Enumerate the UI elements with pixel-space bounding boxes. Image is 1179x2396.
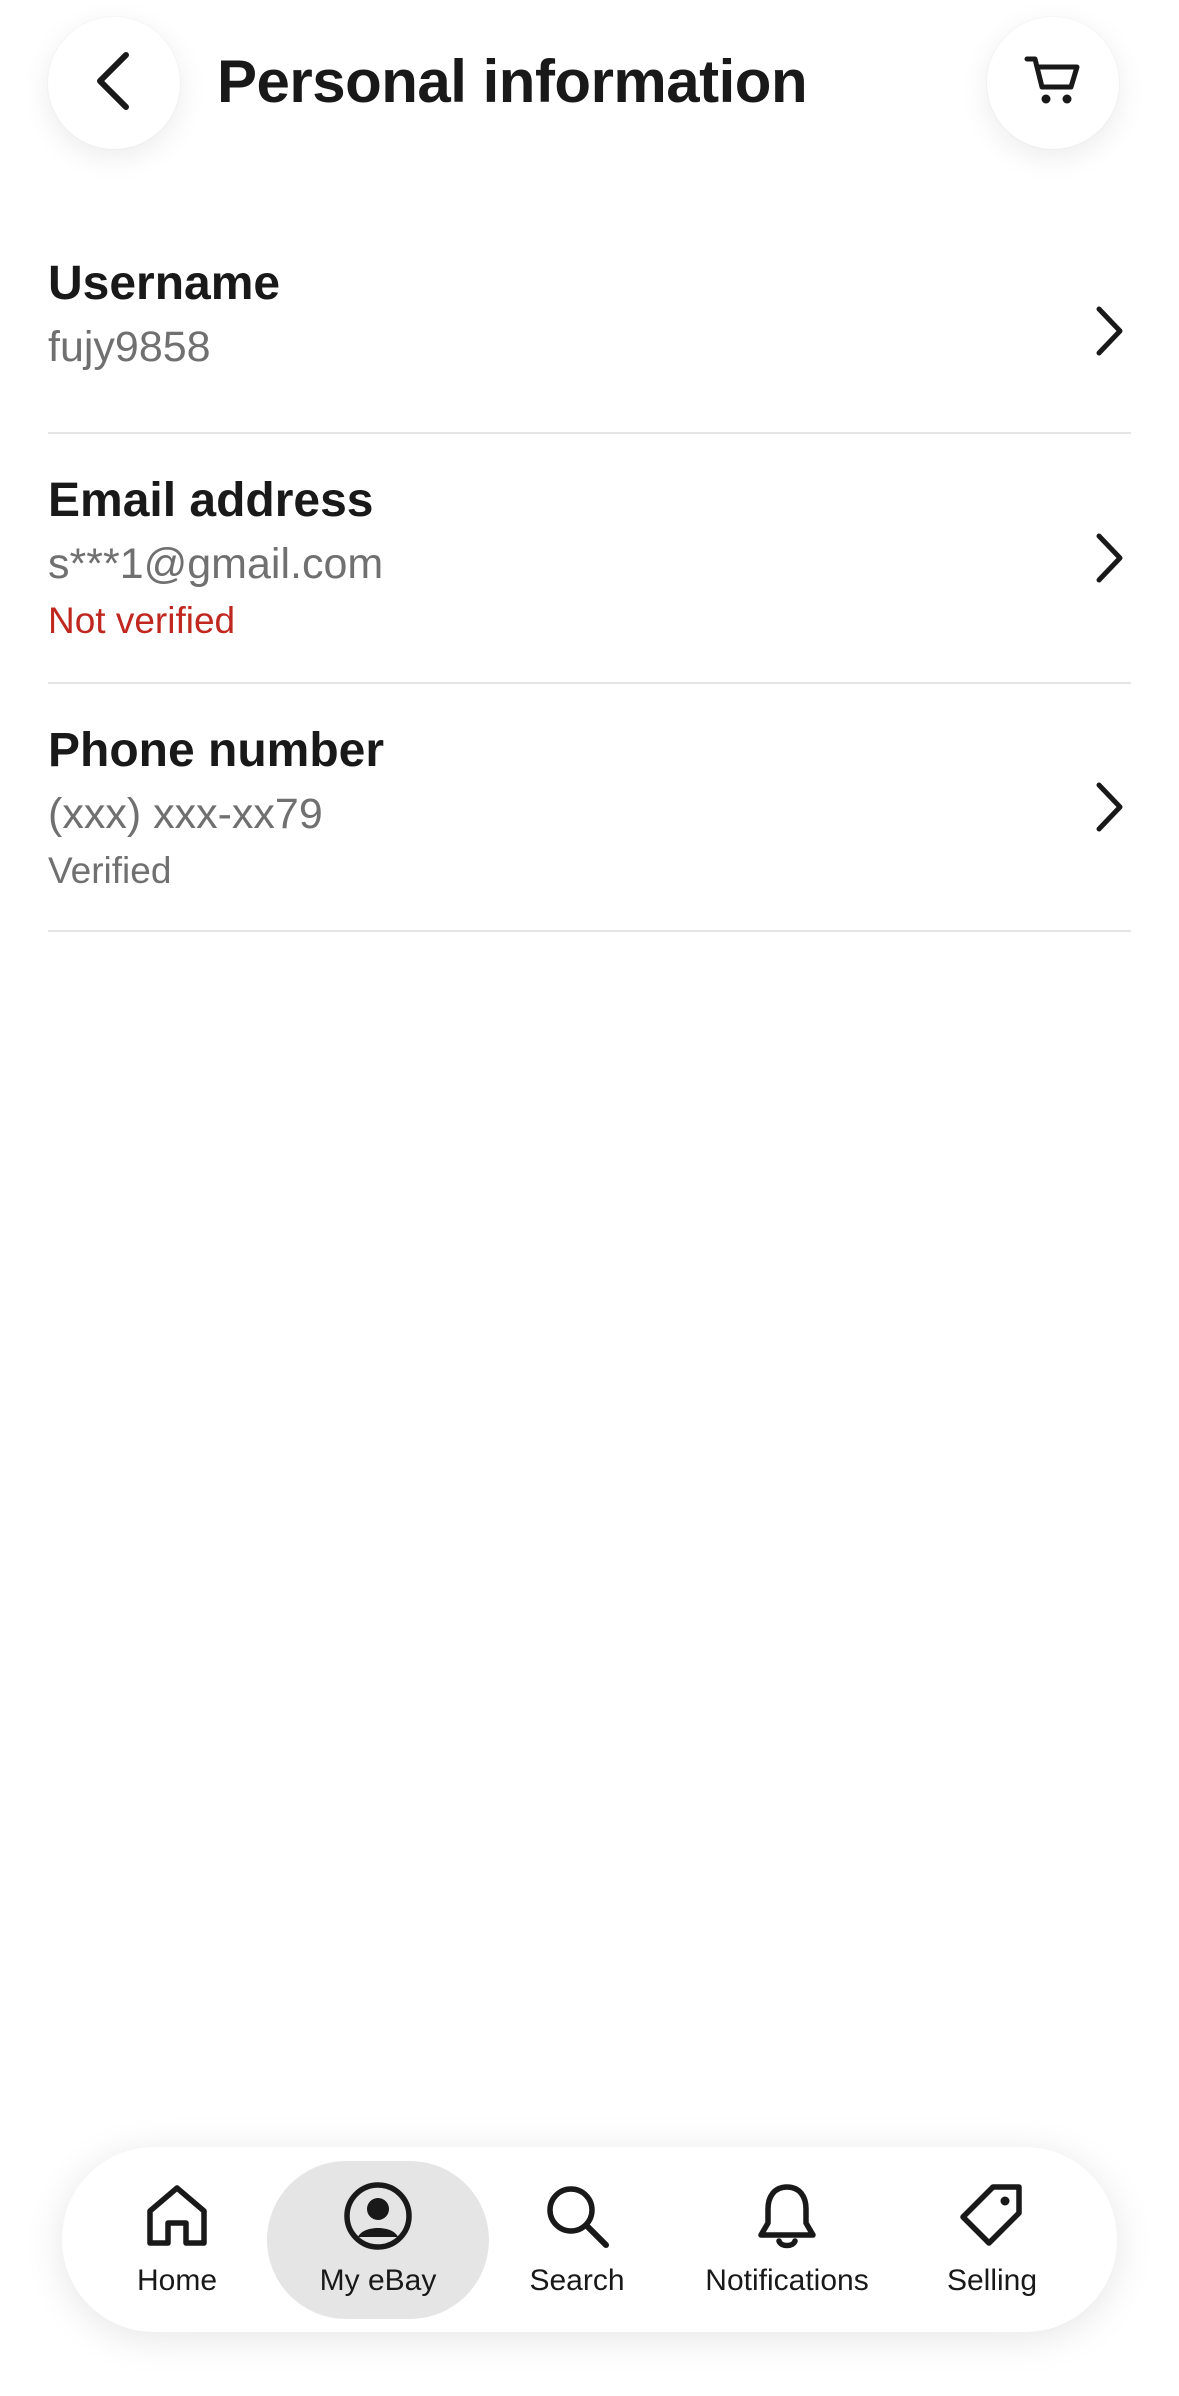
username-label: Username	[48, 257, 281, 310]
email-status: Not verified	[48, 600, 236, 641]
phone-status: Verified	[48, 850, 172, 891]
cart-icon	[1023, 53, 1083, 114]
chevron-right-icon	[1087, 303, 1131, 359]
nav-notifications[interactable]: Notifications	[672, 2147, 902, 2332]
chevron-right-icon	[1087, 779, 1131, 835]
nav-search-label: Search	[529, 2263, 625, 2297]
nav-selling[interactable]: Selling	[917, 2147, 1067, 2332]
nav-search[interactable]: Search	[502, 2147, 652, 2332]
search-icon	[541, 2180, 613, 2252]
phone-label: Phone number	[48, 724, 385, 777]
nav-selling-label: Selling	[946, 2263, 1038, 2297]
tag-icon	[956, 2180, 1028, 2252]
nav-my-ebay[interactable]: My eBay	[267, 2161, 489, 2319]
username-value: fujy9858	[48, 323, 211, 371]
email-value: s***1@gmail.com	[48, 540, 384, 588]
username-row[interactable]: Username fujy9858	[48, 230, 1131, 434]
cart-button[interactable]	[987, 17, 1119, 149]
email-label: Email address	[48, 474, 374, 527]
personal-info-list: Username fujy9858 Email address s***1@gm…	[48, 230, 1131, 932]
phone-value: (xxx) xxx-xx79	[48, 790, 323, 838]
chevron-left-icon	[90, 49, 138, 118]
screen: Personal information Username fujy9858 E…	[0, 0, 1179, 2396]
nav-home-label: Home	[136, 2263, 218, 2297]
chevron-right-icon	[1087, 530, 1131, 586]
phone-row[interactable]: Phone number (xxx) xxx-xx79 Verified	[48, 684, 1131, 932]
header: Personal information	[0, 0, 1179, 170]
nav-notifications-label: Notifications	[705, 2263, 869, 2297]
home-icon	[141, 2180, 213, 2252]
bottom-nav: Home My eBay Search Notifications Sellin…	[62, 2147, 1117, 2332]
email-row[interactable]: Email address s***1@gmail.com Not verifi…	[48, 434, 1131, 684]
back-button[interactable]	[48, 17, 180, 149]
bell-icon	[751, 2180, 823, 2252]
page-title: Personal information	[217, 48, 808, 115]
nav-home[interactable]: Home	[107, 2147, 247, 2332]
nav-my-ebay-label: My eBay	[319, 2264, 437, 2297]
account-icon	[342, 2180, 414, 2252]
